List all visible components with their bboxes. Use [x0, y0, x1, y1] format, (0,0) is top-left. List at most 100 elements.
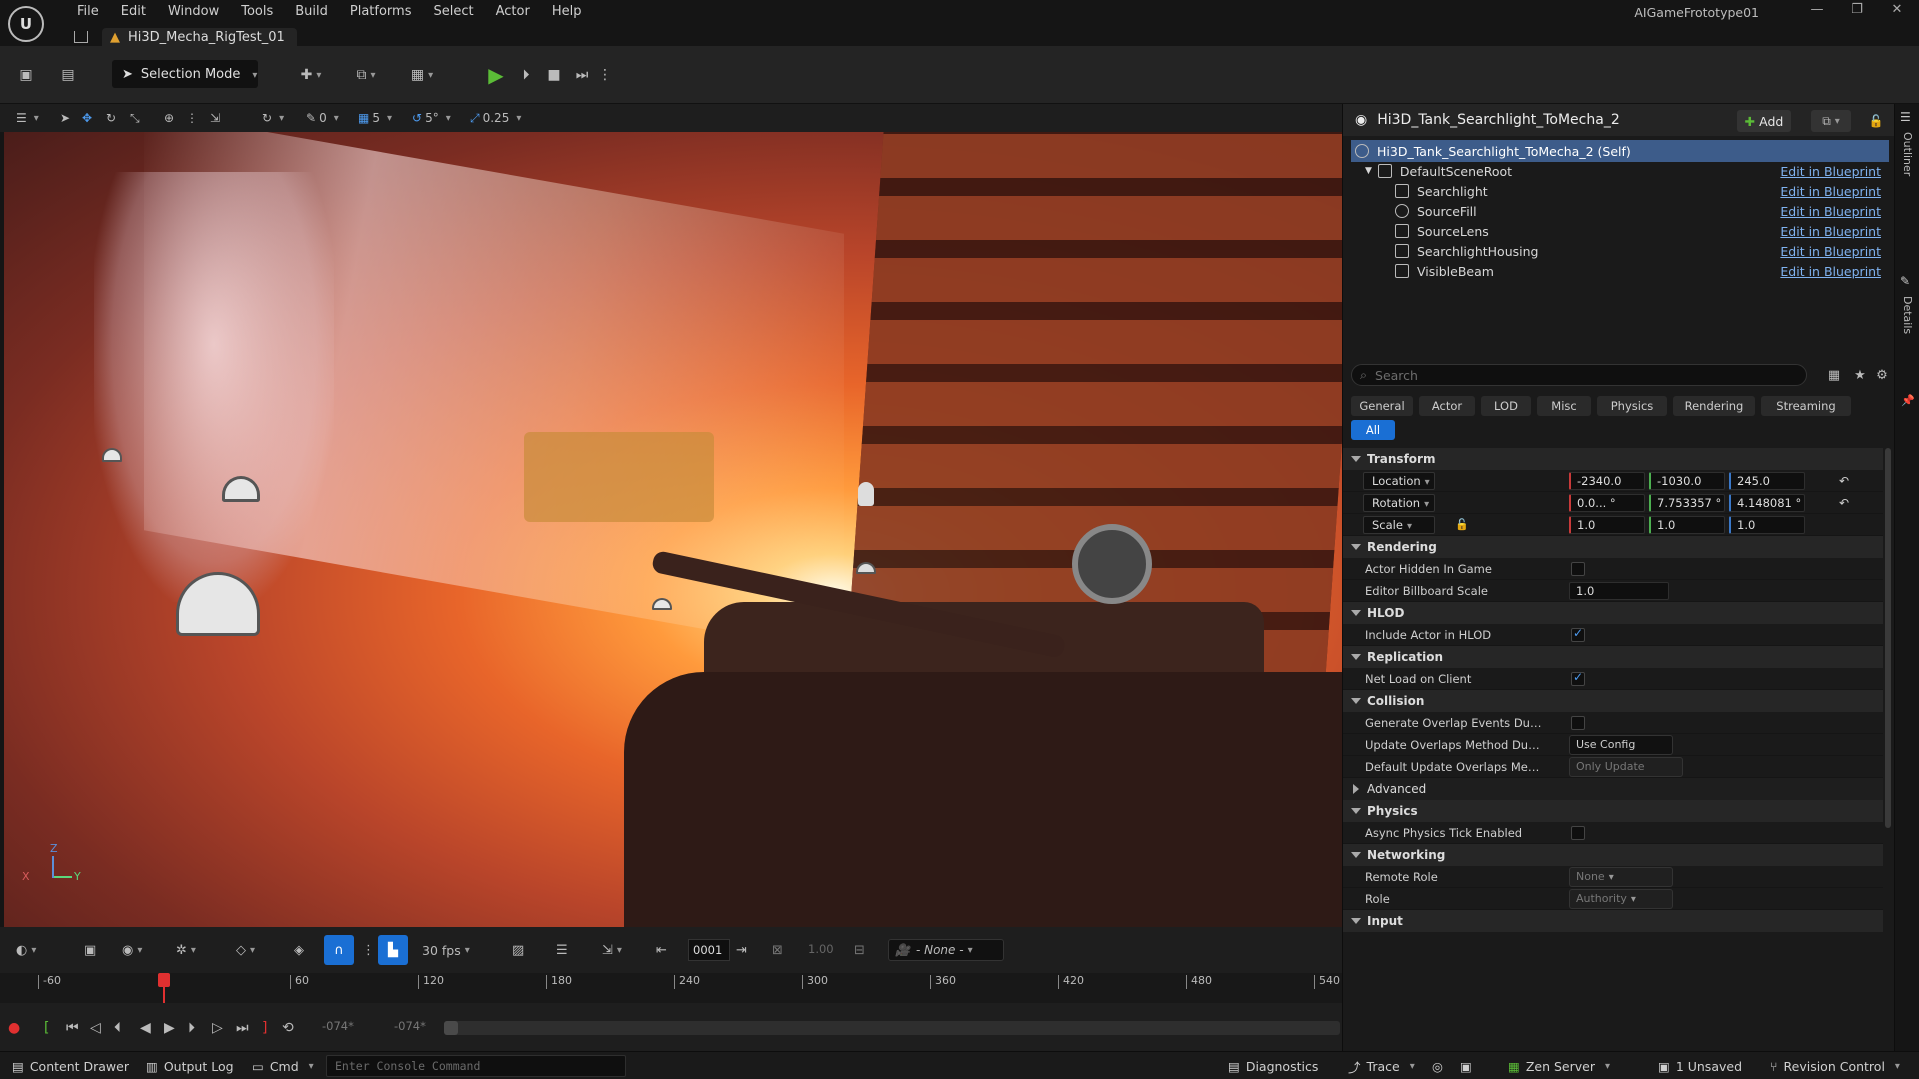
- menu-edit[interactable]: Edit: [110, 3, 157, 21]
- level-tab[interactable]: ▲ Hi3D_Mecha_RigTest_01: [102, 28, 297, 46]
- home-icon[interactable]: [74, 31, 88, 43]
- rotate-tool-icon[interactable]: ↻: [106, 109, 116, 127]
- edit-in-blueprint-link[interactable]: Edit in Blueprint: [1780, 244, 1881, 259]
- scrollbar-thumb[interactable]: [444, 1021, 458, 1035]
- filter-tab-streaming[interactable]: Streaming: [1761, 396, 1851, 416]
- play-forward-icon[interactable]: ▶: [164, 1019, 175, 1037]
- filter-tab-all[interactable]: All: [1351, 420, 1395, 440]
- details-tab[interactable]: Details: [1901, 296, 1914, 334]
- step-icon[interactable]: ⏵: [514, 62, 538, 88]
- timeline-scrollbar[interactable]: [444, 1021, 1340, 1035]
- rotation-x-field[interactable]: 0.0... °: [1569, 493, 1645, 512]
- async-physics-checkbox[interactable]: [1571, 825, 1585, 840]
- net-load-checkbox[interactable]: [1571, 670, 1585, 686]
- bus-model[interactable]: [524, 432, 714, 522]
- reset-arrow-icon[interactable]: ↶: [1839, 474, 1849, 488]
- section-replication[interactable]: Replication: [1343, 646, 1883, 668]
- scale-tool-icon[interactable]: ⤡: [130, 109, 140, 127]
- world-local-icon[interactable]: ⊕: [164, 109, 174, 127]
- table-view-icon[interactable]: ▦: [1825, 364, 1843, 386]
- actor-hidden-checkbox[interactable]: [1571, 561, 1585, 576]
- frame-input[interactable]: 0001: [688, 939, 730, 961]
- edit-in-blueprint-link[interactable]: Edit in Blueprint: [1780, 184, 1881, 199]
- component-row[interactable]: SourceFill Edit in Blueprint: [1351, 200, 1889, 222]
- angle-snap-toggle[interactable]: ↺ 5°: [412, 109, 451, 127]
- trace-dropdown[interactable]: ⤴ Trace: [1348, 1058, 1415, 1075]
- location-dropdown[interactable]: Location: [1363, 471, 1435, 490]
- loop-icon[interactable]: ⟲: [282, 1019, 294, 1037]
- more-options-icon[interactable]: ⋮: [362, 939, 375, 961]
- translate-tool-icon[interactable]: ✥: [82, 109, 92, 127]
- grid-snap-toggle[interactable]: ▦ 5: [358, 109, 392, 127]
- scale-x-field[interactable]: 1.0: [1569, 515, 1645, 534]
- rotation-snap-toggle[interactable]: ✎ 0: [306, 109, 339, 127]
- level-viewport[interactable]: Z X Y: [4, 132, 1342, 927]
- launch-icon[interactable]: ⏭: [570, 62, 594, 88]
- next-key-icon[interactable]: ▷: [212, 1019, 223, 1037]
- scale-dropdown[interactable]: Scale: [1363, 515, 1435, 534]
- output-log-button[interactable]: ▥ Output Log: [146, 1058, 234, 1074]
- set-end-icon[interactable]: ]: [262, 1019, 267, 1037]
- default-overlaps-dropdown[interactable]: Only Update Movable: [1569, 756, 1683, 791]
- revision-control-dropdown[interactable]: ⑂ Revision Control: [1770, 1058, 1900, 1074]
- overlap-events-checkbox[interactable]: [1571, 715, 1585, 730]
- section-input[interactable]: Input: [1343, 910, 1883, 932]
- world-icon[interactable]: ◐: [16, 939, 36, 961]
- close-icon[interactable]: ✕: [1882, 2, 1912, 20]
- location-z-field[interactable]: 245.0: [1729, 471, 1805, 490]
- clear-icon[interactable]: ⊠: [772, 939, 783, 961]
- filter-tab-misc[interactable]: Misc: [1537, 396, 1591, 416]
- viewport-options-icon[interactable]: ☰: [16, 109, 39, 127]
- step-back-icon[interactable]: ⇤: [656, 939, 667, 961]
- outliner-tab[interactable]: Outliner: [1901, 132, 1914, 176]
- curve-editor-icon[interactable]: ▨: [512, 939, 524, 961]
- snap-to-frame-icon[interactable]: ▙: [378, 935, 408, 965]
- star-icon[interactable]: ★: [1851, 364, 1869, 386]
- select-tool-icon[interactable]: ➤: [60, 109, 70, 127]
- edit-in-blueprint-link[interactable]: Edit in Blueprint: [1780, 264, 1881, 279]
- lock-icon[interactable]: 🔓: [1867, 110, 1885, 132]
- diagnostics-button[interactable]: ▤ Diagnostics: [1228, 1058, 1318, 1074]
- menu-tools[interactable]: Tools: [230, 3, 284, 21]
- section-networking[interactable]: Networking: [1343, 844, 1883, 866]
- details-scrollbar[interactable]: [1885, 448, 1891, 828]
- section-physics[interactable]: Physics: [1343, 800, 1883, 822]
- content-drawer-button[interactable]: ▤ Content Drawer: [12, 1058, 129, 1074]
- rate-toggle-icon[interactable]: ⊟: [854, 939, 865, 961]
- key-icon[interactable]: ◇: [236, 939, 255, 961]
- camera-dropdown[interactable]: 🎥 - None -: [888, 939, 1004, 961]
- restore-icon[interactable]: ❐: [1842, 2, 1872, 20]
- stop-icon[interactable]: ■: [542, 62, 566, 88]
- lock-icon[interactable]: 🔓: [1455, 518, 1469, 531]
- component-row[interactable]: SearchlightHousing Edit in Blueprint: [1351, 240, 1889, 262]
- blueprint-options-icon[interactable]: ⧉: [1811, 110, 1851, 132]
- section-collision[interactable]: Collision: [1343, 690, 1883, 712]
- section-hlod[interactable]: HLOD: [1343, 602, 1883, 624]
- browse-icon[interactable]: ▤: [56, 62, 80, 88]
- edit-in-blueprint-link[interactable]: Edit in Blueprint: [1780, 164, 1881, 179]
- filter-tab-general[interactable]: General: [1351, 396, 1413, 416]
- play-icon[interactable]: ▶: [484, 62, 508, 88]
- range-start[interactable]: -074*: [322, 1019, 354, 1033]
- next-frame-icon[interactable]: ⏵: [188, 1019, 195, 1037]
- more-options-icon[interactable]: ⋮: [186, 109, 198, 127]
- realtime-icon[interactable]: ↻: [262, 109, 284, 127]
- record-trace-icon[interactable]: ◎: [1432, 1058, 1443, 1074]
- menu-platforms[interactable]: Platforms: [339, 3, 423, 21]
- spotlight-billboard-icon[interactable]: [102, 448, 122, 462]
- tank-hull[interactable]: [624, 672, 1342, 927]
- update-overlaps-dropdown[interactable]: Use Config Default: [1569, 734, 1673, 769]
- transform-tool-icon[interactable]: ⇲: [602, 939, 622, 961]
- outliner-icon[interactable]: ☰: [1900, 110, 1911, 124]
- prev-key-icon[interactable]: ◁: [90, 1019, 101, 1037]
- rotation-dropdown[interactable]: Rotation: [1363, 493, 1435, 512]
- scale-z-field[interactable]: 1.0: [1729, 515, 1805, 534]
- menu-build[interactable]: Build: [284, 3, 339, 21]
- view-options-icon[interactable]: ◉: [122, 939, 142, 961]
- menu-window[interactable]: Window: [157, 3, 230, 21]
- advanced-expander[interactable]: Advanced: [1343, 778, 1883, 800]
- fps-dropdown[interactable]: 30 fps: [422, 939, 470, 961]
- filter-tab-physics[interactable]: Physics: [1597, 396, 1667, 416]
- tree-view-icon[interactable]: ☰: [556, 939, 568, 961]
- edit-in-blueprint-link[interactable]: Edit in Blueprint: [1780, 204, 1881, 219]
